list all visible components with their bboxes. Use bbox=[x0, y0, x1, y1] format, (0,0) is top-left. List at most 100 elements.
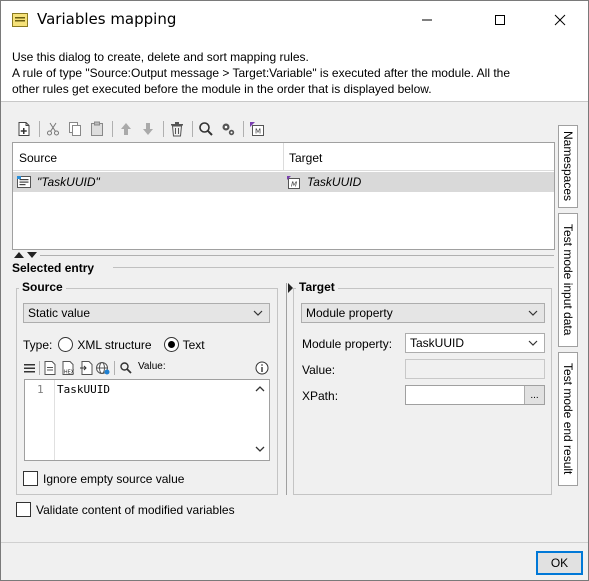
grid-splitter[interactable] bbox=[12, 251, 555, 259]
ok-button[interactable]: OK bbox=[536, 551, 583, 575]
module-icon[interactable]: M bbox=[247, 119, 267, 139]
title-bar: Variables mapping bbox=[1, 1, 588, 39]
maximize-button[interactable] bbox=[477, 1, 523, 39]
close-button[interactable] bbox=[537, 1, 583, 39]
source-value-editor[interactable]: 1 TaskUUID bbox=[24, 379, 270, 461]
radio-text-label: Text bbox=[182, 337, 205, 352]
ignore-empty-option[interactable]: Ignore empty source value bbox=[23, 471, 184, 486]
rules-grid: Source Target "TaskUUID" M TaskUUID bbox=[12, 142, 555, 250]
text-document-icon[interactable] bbox=[44, 361, 56, 375]
rules-toolbar: M bbox=[14, 119, 269, 139]
svg-text:M: M bbox=[291, 180, 297, 188]
scroll-down-icon bbox=[255, 446, 265, 452]
dialog-icon bbox=[12, 13, 28, 30]
new-rule-icon[interactable] bbox=[14, 119, 34, 139]
xpath-browse-button[interactable]: ... bbox=[524, 386, 544, 404]
toolbar-separator bbox=[192, 121, 193, 137]
splitter-arrows-icon bbox=[14, 252, 37, 258]
column-header-target[interactable]: Target bbox=[289, 151, 322, 165]
type-radio-group: Type: XML structure Text bbox=[23, 337, 205, 352]
toolbar-separator bbox=[112, 121, 113, 137]
copy-icon[interactable] bbox=[65, 119, 85, 139]
tab-namespaces-label: Namespaces bbox=[561, 131, 575, 202]
source-panel-title: Source bbox=[19, 280, 66, 294]
paste-icon[interactable] bbox=[87, 119, 107, 139]
module-property-icon: M bbox=[287, 175, 300, 189]
toolbar-separator bbox=[243, 121, 244, 137]
line-number: 1 bbox=[37, 383, 44, 396]
target-panel-title: Target bbox=[296, 280, 338, 294]
grid-header: Source Target bbox=[13, 143, 554, 171]
footer-divider bbox=[1, 542, 588, 543]
type-label: Type: bbox=[23, 337, 53, 352]
scroll-up-icon bbox=[255, 386, 265, 392]
toolbar-separator bbox=[163, 121, 164, 137]
source-type-value: Static value bbox=[28, 306, 91, 320]
move-up-icon[interactable] bbox=[116, 119, 136, 139]
chevron-down-icon bbox=[528, 310, 538, 316]
static-value-icon bbox=[17, 176, 31, 188]
radio-circle bbox=[58, 337, 74, 352]
editor-scrollbar[interactable] bbox=[252, 380, 269, 460]
row-source-cell: "TaskUUID" bbox=[17, 175, 100, 189]
editor-code-text[interactable]: TaskUUID bbox=[57, 383, 110, 396]
tab-test-mode-end-label: Test mode end result bbox=[561, 363, 575, 475]
tab-namespaces[interactable]: Namespaces bbox=[558, 125, 578, 208]
validate-checkbox[interactable] bbox=[16, 502, 31, 517]
variables-mapping-dialog: Variables mapping Use this dialog to cre… bbox=[0, 0, 589, 581]
ignore-empty-label: Ignore empty source value bbox=[43, 471, 185, 486]
import-document-icon[interactable] bbox=[80, 361, 94, 375]
description-area: Use this dialog to create, delete and so… bbox=[1, 39, 588, 102]
validate-label: Validate content of modified variables bbox=[36, 502, 235, 517]
hex-document-icon[interactable]: HEX bbox=[62, 361, 76, 375]
module-property-value: TaskUUID bbox=[410, 336, 465, 350]
target-type-value: Module property bbox=[306, 306, 393, 320]
radio-xml-structure[interactable]: XML structure bbox=[58, 337, 152, 352]
column-header-source[interactable]: Source bbox=[19, 151, 57, 165]
toolbar-separator bbox=[39, 121, 40, 137]
radio-xml-label: XML structure bbox=[77, 337, 152, 352]
ignore-empty-checkbox[interactable] bbox=[23, 471, 38, 486]
search-icon[interactable] bbox=[120, 362, 132, 374]
tab-test-mode-input-data[interactable]: Test mode input data bbox=[558, 213, 578, 347]
row-target-text: TaskUUID bbox=[307, 175, 362, 189]
svg-text:M: M bbox=[255, 128, 261, 136]
info-icon[interactable] bbox=[255, 361, 269, 375]
tab-test-mode-input-label: Test mode input data bbox=[561, 224, 575, 336]
search-icon[interactable] bbox=[196, 119, 216, 139]
window-title: Variables mapping bbox=[37, 10, 177, 28]
chevron-down-icon bbox=[253, 310, 263, 316]
cut-icon[interactable] bbox=[43, 119, 63, 139]
table-row[interactable]: "TaskUUID" M TaskUUID bbox=[13, 172, 554, 192]
menu-icon[interactable] bbox=[24, 363, 35, 373]
target-value-field bbox=[405, 359, 545, 379]
value-search-label: Value: bbox=[138, 361, 166, 372]
chevron-down-icon bbox=[528, 340, 538, 346]
source-type-select[interactable]: Static value bbox=[23, 303, 270, 323]
validate-option[interactable]: Validate content of modified variables bbox=[16, 502, 235, 517]
panel-splitter[interactable] bbox=[286, 283, 287, 495]
description-line: Use this dialog to create, delete and so… bbox=[12, 50, 309, 64]
target-type-select[interactable]: Module property bbox=[301, 303, 545, 323]
radio-text[interactable]: Text bbox=[163, 337, 205, 352]
description-line: other rules get executed before the modu… bbox=[12, 82, 432, 96]
module-property-select[interactable]: TaskUUID bbox=[405, 333, 545, 353]
settings-icon[interactable] bbox=[218, 119, 238, 139]
section-divider bbox=[113, 267, 554, 268]
delete-icon[interactable] bbox=[167, 119, 187, 139]
line-gutter: 1 bbox=[25, 380, 55, 460]
xpath-label: XPath: bbox=[302, 389, 339, 403]
svg-text:HEX: HEX bbox=[64, 370, 75, 376]
move-down-icon[interactable] bbox=[138, 119, 158, 139]
module-property-label: Module property: bbox=[302, 337, 393, 351]
row-source-text: "TaskUUID" bbox=[37, 175, 100, 189]
tab-test-mode-end-result[interactable]: Test mode end result bbox=[558, 352, 578, 486]
radio-circle-checked bbox=[163, 337, 179, 352]
description-line: A rule of type "Source:Output message > … bbox=[12, 66, 511, 80]
minimize-button[interactable] bbox=[404, 1, 450, 39]
xpath-field[interactable]: ... bbox=[405, 385, 545, 405]
column-divider[interactable] bbox=[283, 143, 284, 171]
globe-link-icon[interactable] bbox=[96, 361, 110, 375]
editor-toolbar: HEX Value: bbox=[24, 361, 270, 375]
row-target-cell: M TaskUUID bbox=[287, 175, 361, 189]
